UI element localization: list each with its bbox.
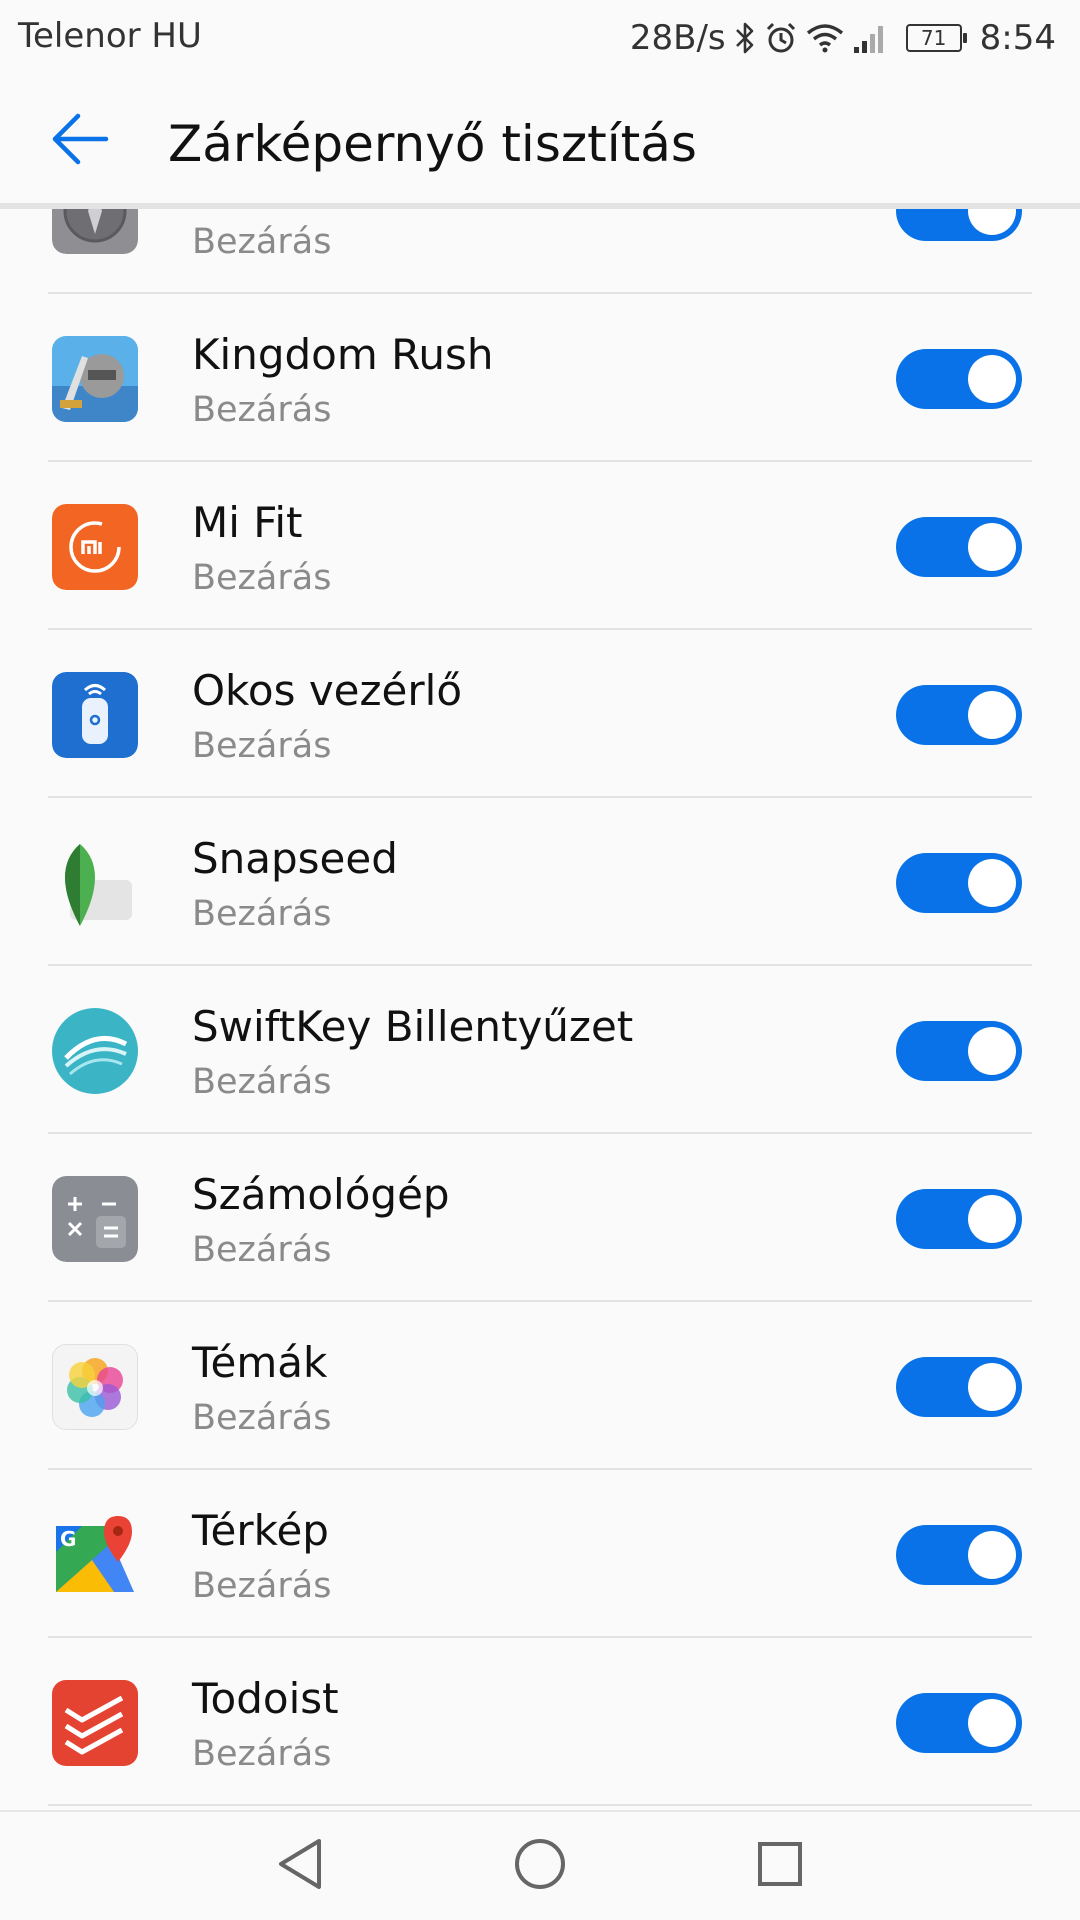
- divider: [48, 1804, 1032, 1806]
- list-item[interactable]: Snapseed Bezárás: [0, 798, 1080, 966]
- nav-recents-icon: [755, 1839, 805, 1893]
- back-button[interactable]: [44, 105, 116, 177]
- nav-home-icon: [513, 1837, 567, 1895]
- status-icons: 28B/s 71 8:54: [630, 14, 1056, 62]
- calculator-icon: [52, 1176, 138, 1262]
- app-name: Mi Fit: [192, 498, 303, 547]
- page-title: Zárképernyő tisztítás: [168, 115, 697, 173]
- alarm-icon: [764, 21, 798, 55]
- list-item[interactable]: Témák Bezárás: [0, 1302, 1080, 1470]
- app-name: Okos vezérlő: [192, 666, 463, 715]
- nav-back-button[interactable]: [268, 1834, 332, 1898]
- clock: 8:54: [979, 18, 1056, 58]
- app-toggle[interactable]: [896, 349, 1022, 409]
- swiftkey-icon: [52, 1008, 138, 1094]
- app-subtitle: Bezárás: [192, 222, 332, 262]
- app-toggle[interactable]: [896, 685, 1022, 745]
- todoist-icon: [52, 1680, 138, 1766]
- kingdom-rush-icon: [52, 336, 138, 422]
- nav-back-icon: [275, 1837, 325, 1895]
- toggle-knob: [968, 1363, 1016, 1411]
- toggle-knob: [968, 209, 1016, 235]
- bluetooth-icon: [734, 21, 756, 55]
- toggle-knob: [968, 523, 1016, 571]
- snapseed-icon: [52, 840, 138, 926]
- status-bar: Telenor HU 28B/s 71 8:54: [0, 0, 1080, 75]
- app-name: Témák: [192, 1338, 328, 1387]
- app-name: Számológép: [192, 1170, 450, 1219]
- compass-icon: [52, 209, 138, 254]
- app-toggle[interactable]: [896, 1189, 1022, 1249]
- svg-text:G: G: [60, 1527, 76, 1551]
- wifi-icon: [806, 23, 844, 53]
- battery-icon: 71: [905, 24, 967, 52]
- list-item[interactable]: Számológép Bezárás: [0, 1134, 1080, 1302]
- list-item[interactable]: Todoist Bezárás: [0, 1638, 1080, 1806]
- list-item[interactable]: Kingdom Rush Bezárás: [0, 294, 1080, 462]
- app-toggle[interactable]: [896, 209, 1022, 241]
- carrier-name: Telenor HU: [18, 16, 202, 56]
- app-name: Snapseed: [192, 834, 398, 883]
- list-item[interactable]: Bezárás: [0, 209, 1080, 294]
- toggle-knob: [968, 355, 1016, 403]
- mi-fit-icon: [52, 504, 138, 590]
- app-subtitle: Bezárás: [192, 894, 332, 934]
- themes-icon: [52, 1344, 138, 1430]
- toggle-knob: [968, 1027, 1016, 1075]
- smart-remote-icon: [52, 672, 138, 758]
- toggle-knob: [968, 1531, 1016, 1579]
- app-bar: Zárképernyő tisztítás: [0, 75, 1080, 209]
- app-toggle[interactable]: [896, 1357, 1022, 1417]
- app-toggle[interactable]: [896, 517, 1022, 577]
- toggle-knob: [968, 1195, 1016, 1243]
- list-item[interactable]: SwiftKey Billentyűzet Bezárás: [0, 966, 1080, 1134]
- list-item[interactable]: Okos vezérlő Bezárás: [0, 630, 1080, 798]
- app-name: SwiftKey Billentyűzet: [192, 1002, 634, 1051]
- screen: Telenor HU 28B/s 71 8:54 Zárképernyő tis…: [0, 0, 1080, 1920]
- maps-icon: G: [52, 1512, 138, 1598]
- nav-recents-button[interactable]: [748, 1834, 812, 1898]
- app-subtitle: Bezárás: [192, 1230, 332, 1270]
- list-item[interactable]: G Térkép Bezárás: [0, 1470, 1080, 1638]
- app-subtitle: Bezárás: [192, 726, 332, 766]
- app-toggle[interactable]: [896, 1693, 1022, 1753]
- app-subtitle: Bezárás: [192, 390, 332, 430]
- signal-icon: [852, 21, 888, 55]
- navigation-bar: [0, 1810, 1080, 1920]
- app-toggle[interactable]: [896, 1021, 1022, 1081]
- list-item[interactable]: Mi Fit Bezárás: [0, 462, 1080, 630]
- net-speed: 28B/s: [629, 18, 726, 58]
- app-name: Kingdom Rush: [192, 330, 494, 379]
- app-list[interactable]: Bezárás Kingdom Rush Bezárás Mi Fit Bezá…: [0, 209, 1080, 1809]
- nav-home-button[interactable]: [508, 1834, 572, 1898]
- app-subtitle: Bezárás: [192, 1734, 332, 1774]
- app-toggle[interactable]: [896, 1525, 1022, 1585]
- app-toggle[interactable]: [896, 853, 1022, 913]
- app-name: Térkép: [192, 1506, 329, 1555]
- app-subtitle: Bezárás: [192, 558, 332, 598]
- toggle-knob: [968, 859, 1016, 907]
- app-subtitle: Bezárás: [192, 1398, 332, 1438]
- toggle-knob: [968, 691, 1016, 739]
- app-name: Todoist: [192, 1674, 339, 1723]
- app-subtitle: Bezárás: [192, 1062, 332, 1102]
- toggle-knob: [968, 1699, 1016, 1747]
- back-arrow-icon: [50, 111, 110, 171]
- app-subtitle: Bezárás: [192, 1566, 332, 1606]
